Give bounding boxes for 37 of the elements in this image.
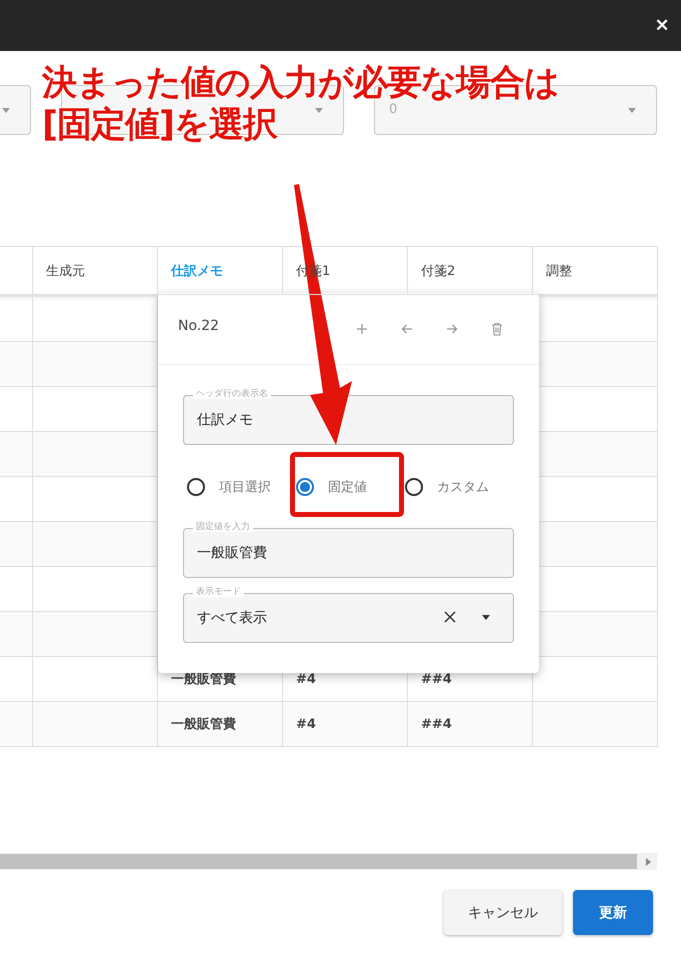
radio-button[interactable] [187,478,205,496]
input-field[interactable]: 固定値を入力 一般販管費 [183,522,514,578]
scroll-right-icon[interactable] [646,858,651,866]
table-cell: 一般販管費 [158,702,283,747]
caret-icon [2,108,10,113]
caret-icon[interactable] [482,615,490,620]
scrollbar[interactable] [0,854,637,869]
plus-icon[interactable] [356,322,368,334]
caret-icon [315,108,323,113]
field-label: ヘッダ行の表示名 [193,389,271,399]
table-cell: ##4 [408,702,533,747]
radio-label[interactable]: 固定値 [328,478,367,496]
select-field[interactable]: 表示モード すべて表示 [183,587,514,643]
field-label: 固定値を入力 [193,522,253,532]
field-value: すべて表示 [197,609,267,627]
field-value: 0 [389,102,398,117]
field-value: 一般販管費 [197,544,267,562]
popup-title: No.22 [178,318,220,334]
trash-icon[interactable] [491,322,503,336]
caret-icon [628,108,636,113]
radio-label[interactable]: 項目選択 [219,478,271,496]
field-value: 仕訳メモ [197,411,253,429]
input-field[interactable]: ヘッダ行の表示名 仕訳メモ [183,389,514,445]
radio-button[interactable] [405,478,423,496]
field-label: 表示モード [193,587,244,597]
column-header[interactable]: 調整 [533,247,658,295]
clear-icon[interactable] [444,611,456,623]
left-arrow-icon[interactable] [401,322,413,334]
right-arrow-icon[interactable] [446,322,458,334]
radio-label[interactable]: カスタム [437,478,489,496]
table-cell: #4 [283,702,408,747]
cancel-button[interactable]: キャンセル [444,890,562,935]
annotation-text: [固定値]を選択 [42,104,277,146]
update-button[interactable]: 更新 [573,890,653,935]
radio-button[interactable] [296,478,314,496]
column-header[interactable]: 生成元 [33,247,158,295]
close-button[interactable]: ✕ [655,15,669,36]
